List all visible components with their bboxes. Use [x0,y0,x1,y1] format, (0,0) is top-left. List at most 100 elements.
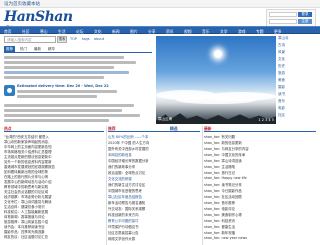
nav-item[interactable]: 首页 [4,29,12,35]
section-hot-title[interactable]: 热点 [4,126,104,132]
redacted-line [4,61,136,64]
side-link[interactable]: 音乐 [278,99,285,104]
column-divider [106,126,107,245]
list-item[interactable]: shan_fan: Happy new life [204,176,316,180]
username-field[interactable] [269,12,297,17]
redacted-line [4,71,129,74]
side-link[interactable]: 寒山寺 [278,36,289,41]
section-featured-title[interactable]: 精选 [170,126,200,132]
list-item[interactable]: 环境保护行动倡议书 [108,224,200,229]
list-item[interactable]: 中国城市化进程的思考 [108,188,200,193]
list-item[interactable]: shan_fan: 今日摄影作品 [204,188,316,193]
side-link[interactable]: 文化 [278,57,285,62]
list-item[interactable]: 文化交流的桥梁 [108,176,200,181]
list-item[interactable]: shan_fan: 生活随笔 [204,164,316,169]
list-item[interactable]: shan_fan: new year news [204,236,316,240]
bookmark-link[interactable]: 收藏本站 [22,1,40,7]
nav-item[interactable]: 寒山 [40,29,48,35]
side-link[interactable]: 风景 [278,50,285,55]
top-bar: 设为首页 收藏本站 [0,0,320,8]
nav-item[interactable]: 资讯 [166,29,174,35]
hero-caption: 寒山云海 [158,117,172,121]
redacted-line [4,56,124,59]
login-button[interactable]: 登录 [298,12,312,17]
delivery-notice: Estimated delivery time: Dec 20 - Wed, D… [4,84,152,102]
list-item[interactable]: shan_fan: 新年祝福 [204,230,316,235]
password-field[interactable] [269,19,297,24]
list-item[interactable]: 我们的新故事分享 [108,164,200,169]
list-item[interactable]: shan_fan: 寒山诗词选读 [204,158,316,163]
redacted-line [4,109,122,112]
list-item[interactable]: 网络文学创作大赛 [108,236,200,241]
list-item[interactable]: shan_fan: 电影评论 [204,206,316,211]
list-item[interactable]: shan_fan: 健康生活 [204,224,316,229]
nav-item[interactable]: 新闻 [112,29,120,35]
search-button[interactable]: 搜索 [57,36,67,43]
tag-link[interactable]: tags [82,37,90,41]
list-item[interactable]: 中国经济增长率的数据分析 [108,158,200,163]
nav-item[interactable]: 音乐 [202,29,210,35]
nav-item[interactable]: 文化 [94,29,102,35]
side-link[interactable]: 摄影 [278,85,285,90]
list-item[interactable]: 本网站的新信息 [108,152,200,157]
list-item[interactable]: 2020年 个中国 的人生方向 [108,140,200,145]
main-nav: 首页 社区 寒山 生活 论坛 文化 新闻 图片 分享 资讯 视频 音乐 文学 游… [0,26,320,34]
list-item[interactable]: 寒山社区年度总结报告 [108,194,200,199]
side-link[interactable]: 社区 [278,113,285,118]
list-item[interactable]: shan_fan: 音乐推荐 [204,200,316,205]
tag-link[interactable]: about [94,37,104,41]
nav-item[interactable]: 更多 [274,29,282,35]
section-latest-title[interactable]: 最新 [204,126,316,132]
list-item[interactable]: 我们的新生活方式讨论区 [108,182,200,187]
side-link[interactable]: 读书 [278,92,285,97]
delivery-text[interactable]: Estimated delivery time: Dec 20 - Wed, D… [17,84,109,88]
list-item[interactable]: 社区志愿者招募公告 [108,230,200,235]
list-item[interactable]: 外交动态：国际关系观察 [108,206,200,211]
side-link[interactable]: 古诗 [278,43,285,48]
tab-recommended[interactable]: 推荐 [4,46,15,53]
list-item[interactable]: shan_fan: 中国文化的传承 [204,152,316,157]
tab-hot[interactable]: 热门 [18,46,29,53]
list-item[interactable]: shan_fan: 有关问题 [204,134,316,139]
tab-latest[interactable]: 最新 [32,46,43,53]
hero-banner[interactable]: 寒山云海 1 2 3 4 5 [156,36,276,124]
side-link[interactable]: 历史 [278,64,285,69]
redacted-line [4,114,140,117]
list-item[interactable]: shan_fan: 美食制作心得 [204,212,316,217]
list-item[interactable]: 国外有关中西部乡村发展的 [108,146,200,151]
nav-item[interactable]: 社区 [22,29,30,35]
side-link[interactable]: 美食 [278,78,285,83]
search-input[interactable]: 请输入搜索内容 [4,36,56,43]
list-item[interactable]: shan_fan: 新的信息更新 [204,140,316,145]
list-item[interactable]: 政治话题：全球热点讨论 [108,170,200,175]
nav-item[interactable]: 图片 [130,29,138,35]
side-link[interactable]: 电影 [278,106,285,111]
list-item[interactable]: shan_fan: 读书笔记分享 [204,182,316,187]
list-item[interactable]: shan_fan: 社区活动回顾 [204,194,316,199]
tag-link[interactable]: TOP [70,37,77,41]
nav-item[interactable]: 游戏 [238,29,246,35]
list-item[interactable]: 科技创新的未来方向 [108,212,200,217]
set-homepage-link[interactable]: 设为首页 [4,1,22,7]
list-item[interactable]: shan_fan: 科技资讯 [204,218,316,223]
nav-item[interactable]: 分享 [148,29,156,35]
nav-item[interactable]: 论坛 [76,29,84,35]
register-button[interactable]: 注册 [298,19,312,24]
hero-pager[interactable]: 1 2 3 4 5 [258,118,274,122]
side-link[interactable]: 旅游 [278,71,285,76]
nav-item[interactable]: 专题 [256,29,264,35]
list-item[interactable]: 教育公平问题的探讨 [108,218,200,223]
column-divider [202,126,203,245]
cloud [176,96,256,104]
nav-item[interactable]: 视频 [184,29,192,35]
redacted-line [4,119,109,122]
list-item[interactable]: shan_fan: 旅行日记 [204,170,316,175]
nav-item[interactable]: 文学 [220,29,228,35]
list-item[interactable]: 山东 80%的比例 ——个本 [108,134,200,139]
list-item[interactable]: shan_fan: 与网友分享的内容 [204,146,316,151]
nav-item[interactable]: 生活 [58,29,66,35]
tab-featured[interactable]: 精华 [46,46,57,53]
redacted-line [4,66,114,69]
list-item[interactable]: 网友热议：社区话题讨论汇总 [4,234,104,239]
list-item[interactable]: 新年活动预告与报名通知 [108,200,200,205]
